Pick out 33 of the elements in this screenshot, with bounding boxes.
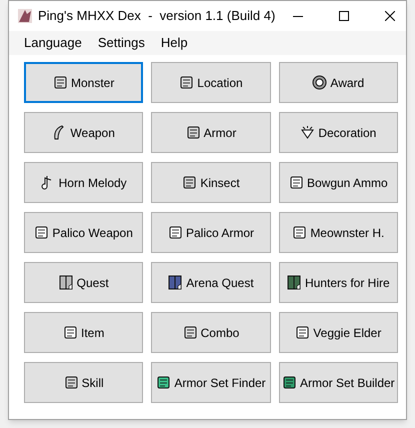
nav-button[interactable]: Armor Set Builder bbox=[278, 362, 398, 403]
nav-button[interactable]: Hunters for Hire bbox=[278, 262, 398, 303]
nav-button[interactable]: Bowgun Ammo bbox=[278, 162, 398, 203]
nav-button[interactable]: Skill bbox=[24, 362, 144, 403]
close-icon bbox=[385, 11, 396, 21]
app-logo-icon bbox=[17, 8, 33, 24]
menu-item[interactable]: Language bbox=[16, 33, 90, 53]
nav-button[interactable]: Veggie Elder bbox=[278, 312, 398, 353]
nav-button[interactable]: Award bbox=[278, 62, 398, 103]
maximize-icon bbox=[339, 11, 350, 21]
nav-button[interactable]: Arena Quest bbox=[151, 262, 271, 303]
nav-button[interactable]: Palico Armor bbox=[151, 212, 271, 253]
nav-button[interactable]: Quest bbox=[24, 262, 144, 303]
nav-button[interactable]: Horn Melody bbox=[24, 162, 144, 203]
nav-button[interactable]: Armor Set Finder bbox=[151, 362, 271, 403]
nav-button[interactable]: Monster bbox=[24, 62, 144, 103]
nav-button[interactable]: Palico Weapon bbox=[24, 212, 144, 253]
nav-button[interactable]: Location bbox=[151, 62, 271, 103]
nav-button[interactable]: Kinsect bbox=[151, 162, 271, 203]
medal-icon bbox=[312, 75, 328, 90]
book-icon bbox=[58, 275, 74, 290]
nav-button[interactable]: Weapon bbox=[24, 112, 144, 153]
nav-button[interactable]: Combo bbox=[151, 312, 271, 353]
book-icon bbox=[286, 275, 302, 290]
gem-icon bbox=[300, 125, 316, 140]
book-icon bbox=[168, 275, 184, 290]
nav-button[interactable]: Decoration bbox=[278, 112, 398, 153]
window-title: Ping's MHXX Dex - version 1.1 (Build 4) bbox=[38, 7, 276, 26]
nav-button[interactable]: Armor bbox=[151, 112, 271, 153]
nav-button[interactable]: Item bbox=[24, 312, 144, 353]
menu-item[interactable]: Settings bbox=[90, 33, 153, 53]
menu-item[interactable]: Help bbox=[152, 33, 196, 53]
nav-button[interactable]: Meownster H. bbox=[278, 212, 398, 253]
